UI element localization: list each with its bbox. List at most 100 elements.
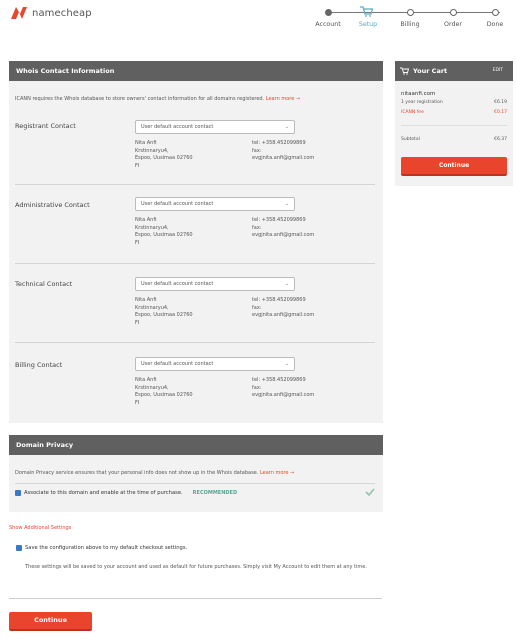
step-label-order: Order (444, 21, 462, 28)
privacy-text: Domain Privacy service ensures that your… (15, 470, 259, 476)
cart-icon (360, 6, 373, 17)
chevron-down-icon: ⌄ (284, 361, 289, 367)
divider (401, 125, 507, 126)
checkmark-icon (365, 488, 375, 497)
registrant-contact-select[interactable]: User default account contact ⌄ (135, 120, 295, 134)
contact-label: Administrative Contact (15, 201, 90, 209)
divider (9, 598, 382, 599)
step-dot-order (450, 9, 457, 16)
cart-item-label: 1 year registration (401, 100, 443, 105)
step-dot-account (325, 9, 332, 16)
cart-item-label: ICANN fee (401, 110, 424, 115)
cart-edit-link[interactable]: EDIT (493, 68, 503, 73)
contact-city: Espoo, Uusimaa 02760 (135, 392, 193, 399)
contact-city: Espoo, Uusimaa 02760 (135, 155, 193, 162)
administrative-contact-select[interactable]: User default account contact ⌄ (135, 197, 295, 211)
chevron-down-icon: ⌄ (284, 281, 289, 287)
logo[interactable]: namecheap (10, 6, 92, 20)
cart-title: Your Cart (413, 67, 448, 75)
cart-continue-button[interactable]: Continue (401, 157, 507, 176)
contact-city: Espoo, Uusimaa 02760 (135, 232, 193, 239)
contact-name: Nita Anfi (135, 140, 157, 146)
contact-name: Nita Anfi (135, 217, 157, 223)
step-label-billing: Billing (400, 21, 420, 28)
contact-label: Billing Contact (15, 361, 63, 369)
select-value: User default account contact (141, 361, 214, 367)
contact-email: evgjnita.anfi@gmail.com (252, 392, 315, 399)
whois-learn-more-link[interactable]: Learn more → (266, 96, 300, 102)
contact-street: Krstinnaryu4, (135, 224, 169, 231)
contact-country: FI (135, 400, 140, 407)
contact-street: Krstinnaryu4, (135, 147, 169, 154)
contact-city: Espoo, Uusimaa 02760 (135, 312, 193, 319)
contact-country: FI (135, 240, 140, 247)
cart-item-price: €0.17 (494, 110, 507, 115)
contact-fax: fax: (252, 384, 262, 391)
contact-name: Nita Anfi (135, 377, 157, 383)
select-value: User default account contact (141, 281, 214, 287)
subtotal-label: Subtotal (401, 137, 420, 142)
contact-address: Nita Anfi Krstinnaryu4, Espoo, Uusimaa 0… (135, 140, 193, 171)
cart-item-price: €6.19 (494, 100, 507, 105)
cart-subtotal: Subtotal €6.37 (401, 137, 507, 142)
steps-line (328, 12, 500, 13)
contact-fax: fax: (252, 147, 262, 154)
contact-address: Nita Anfi Krstinnaryu4, Espoo, Uusimaa 0… (135, 377, 193, 408)
privacy-description: Domain Privacy service ensures that your… (15, 470, 294, 476)
contact-country: FI (135, 320, 140, 327)
contact-name: Nita Anfi (135, 297, 157, 303)
contact-tel: tel: +358.452099869 (252, 297, 306, 303)
select-value: User default account contact (141, 124, 214, 130)
contact-details: tel: +358.452099869 fax: evgjnita.anfi@g… (252, 377, 314, 400)
save-config-label: Save the configuration above to my defau… (25, 545, 188, 551)
contact-street: Krstinnaryu4, (135, 304, 169, 311)
privacy-learn-more-link[interactable]: Learn more → (260, 470, 294, 476)
save-config-checkbox-row[interactable]: Save the configuration above to my defau… (16, 545, 187, 551)
privacy-title: Domain Privacy (9, 435, 383, 455)
technical-contact-select[interactable]: User default account contact ⌄ (135, 277, 295, 291)
billing-contact-select[interactable]: User default account contact ⌄ (135, 357, 295, 371)
contact-email: evgjnita.anfi@gmail.com (252, 155, 315, 162)
save-config-help: These settings will be saved to your acc… (25, 564, 367, 570)
contact-fax: fax: (252, 224, 262, 231)
contact-tel: tel: +358.452099869 (252, 217, 306, 223)
step-dot-done (492, 9, 499, 16)
domain-privacy-panel: Domain Privacy Domain Privacy service en… (9, 435, 383, 512)
select-value: User default account contact (141, 201, 214, 207)
step-label-account[interactable]: Account (315, 21, 340, 28)
privacy-checkbox-row[interactable]: Associate to this domain and enable at t… (15, 490, 237, 496)
contact-fax: fax: (252, 304, 262, 311)
contact-street: Krstinnaryu4, (135, 384, 169, 391)
contact-tel: tel: +358.452099869 (252, 140, 306, 146)
contact-tel: tel: +358.452099869 (252, 377, 306, 383)
whois-intro-text: ICANN requires the Whois database to sto… (15, 96, 265, 102)
continue-button[interactable]: Continue (9, 612, 92, 631)
subtotal-value: €6.37 (494, 137, 507, 142)
show-additional-settings-link[interactable]: Show Additional Settings (9, 525, 71, 531)
cart-icon (400, 67, 409, 75)
namecheap-logo-icon (11, 7, 27, 19)
contact-email: evgjnita.anfi@gmail.com (252, 312, 315, 319)
contact-address: Nita Anfi Krstinnaryu4, Espoo, Uusimaa 0… (135, 297, 193, 328)
contact-details: tel: +358.452099869 fax: evgjnita.anfi@g… (252, 140, 314, 163)
cart-item-icann-fee: ICANN fee €0.17 (401, 110, 507, 115)
divider (15, 263, 375, 264)
contact-address: Nita Anfi Krstinnaryu4, Espoo, Uusimaa 0… (135, 217, 193, 248)
header: namecheap Account Setup Billing Order Do… (0, 0, 517, 38)
whois-panel: Whois Contact Information ICANN requires… (9, 61, 383, 423)
contact-label: Technical Contact (15, 280, 73, 288)
contact-email: evgjnita.anfi@gmail.com (252, 232, 315, 239)
contact-label: Registrant Contact (15, 122, 76, 130)
privacy-checkbox[interactable] (15, 490, 21, 496)
cart-domain: nitaanfi.com (401, 91, 436, 97)
contact-details: tel: +358.452099869 fax: evgjnita.anfi@g… (252, 217, 314, 240)
step-dot-billing (407, 9, 414, 16)
step-label-setup: Setup (358, 21, 378, 28)
step-label-done: Done (486, 21, 504, 28)
whois-title: Whois Contact Information (9, 61, 383, 81)
divider (15, 184, 375, 185)
divider (15, 342, 375, 343)
save-config-checkbox[interactable] (16, 545, 22, 551)
cart-item-registration: 1 year registration €6.19 (401, 100, 507, 105)
recommended-badge: RECOMMENDED (192, 490, 238, 496)
